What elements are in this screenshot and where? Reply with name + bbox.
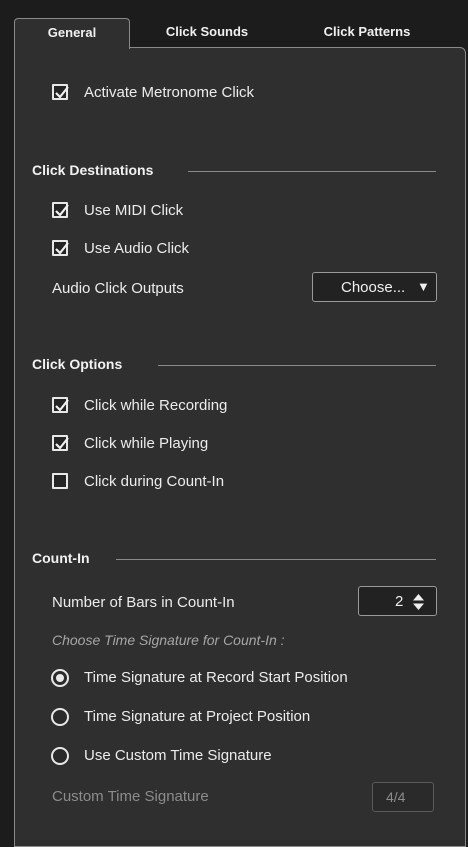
section-divider — [158, 365, 436, 366]
choose-outputs-label: Choose... — [341, 279, 406, 296]
use-audio-click-label: Use Audio Click — [84, 240, 190, 257]
tab-click-patterns[interactable]: Click Patterns — [292, 18, 442, 48]
checkmark-icon — [55, 204, 69, 217]
radio-custom-time-signature[interactable] — [51, 747, 69, 765]
click-while-recording-label: Click while Recording — [84, 397, 228, 414]
choose-time-signature-label: Choose Time Signature for Count-In : — [52, 632, 285, 648]
bars-in-count-in-label: Number of Bars in Count-In — [52, 594, 235, 611]
count-in-heading: Count-In — [32, 550, 436, 568]
record-start-position-label: Time Signature at Record Start Position — [84, 669, 348, 686]
chevron-down-icon: ▼ — [417, 279, 430, 294]
click-during-count-in-checkbox[interactable] — [52, 473, 68, 489]
section-divider — [116, 559, 436, 560]
section-divider — [188, 171, 436, 172]
click-while-recording-checkbox[interactable] — [52, 397, 69, 413]
use-midi-click-checkbox[interactable] — [52, 202, 69, 218]
audio-click-outputs-label: Audio Click Outputs — [52, 280, 184, 297]
activate-metronome-checkbox[interactable] — [52, 84, 69, 100]
checkmark-icon — [55, 399, 69, 412]
use-midi-click-label: Use MIDI Click — [84, 202, 184, 219]
radio-record-start-position[interactable] — [51, 669, 69, 687]
custom-time-signature-field: 4/4 — [372, 782, 434, 812]
radio-project-position[interactable] — [51, 708, 69, 726]
click-destinations-heading: Click Destinations — [32, 162, 436, 180]
checkmark-icon — [55, 242, 69, 255]
use-audio-click-checkbox[interactable] — [52, 240, 69, 256]
checkmark-icon — [55, 86, 69, 99]
activate-metronome-label: Activate Metronome Click — [84, 84, 255, 101]
checkmark-icon — [55, 437, 69, 450]
tab-bar: General Click Sounds Click Patterns — [14, 18, 462, 49]
bars-count-value: 2 — [395, 593, 404, 610]
click-during-count-in-label: Click during Count-In — [84, 473, 225, 490]
radio-selected-dot — [56, 674, 64, 682]
custom-time-signature-label: Custom Time Signature — [52, 788, 209, 805]
choose-outputs-button[interactable]: Choose... ▼ — [312, 272, 437, 302]
custom-time-signature-option-label: Use Custom Time Signature — [84, 747, 272, 764]
project-position-label: Time Signature at Project Position — [84, 708, 311, 725]
click-options-heading: Click Options — [32, 356, 436, 374]
custom-time-signature-value: 4/4 — [386, 789, 406, 805]
click-while-playing-checkbox[interactable] — [52, 435, 69, 451]
up-down-arrows-icon[interactable] — [413, 594, 424, 610]
tab-general[interactable]: General — [14, 18, 130, 49]
click-while-playing-label: Click while Playing — [84, 435, 209, 452]
tab-click-sounds[interactable]: Click Sounds — [142, 18, 272, 48]
bars-count-stepper[interactable]: 2 — [358, 586, 437, 616]
